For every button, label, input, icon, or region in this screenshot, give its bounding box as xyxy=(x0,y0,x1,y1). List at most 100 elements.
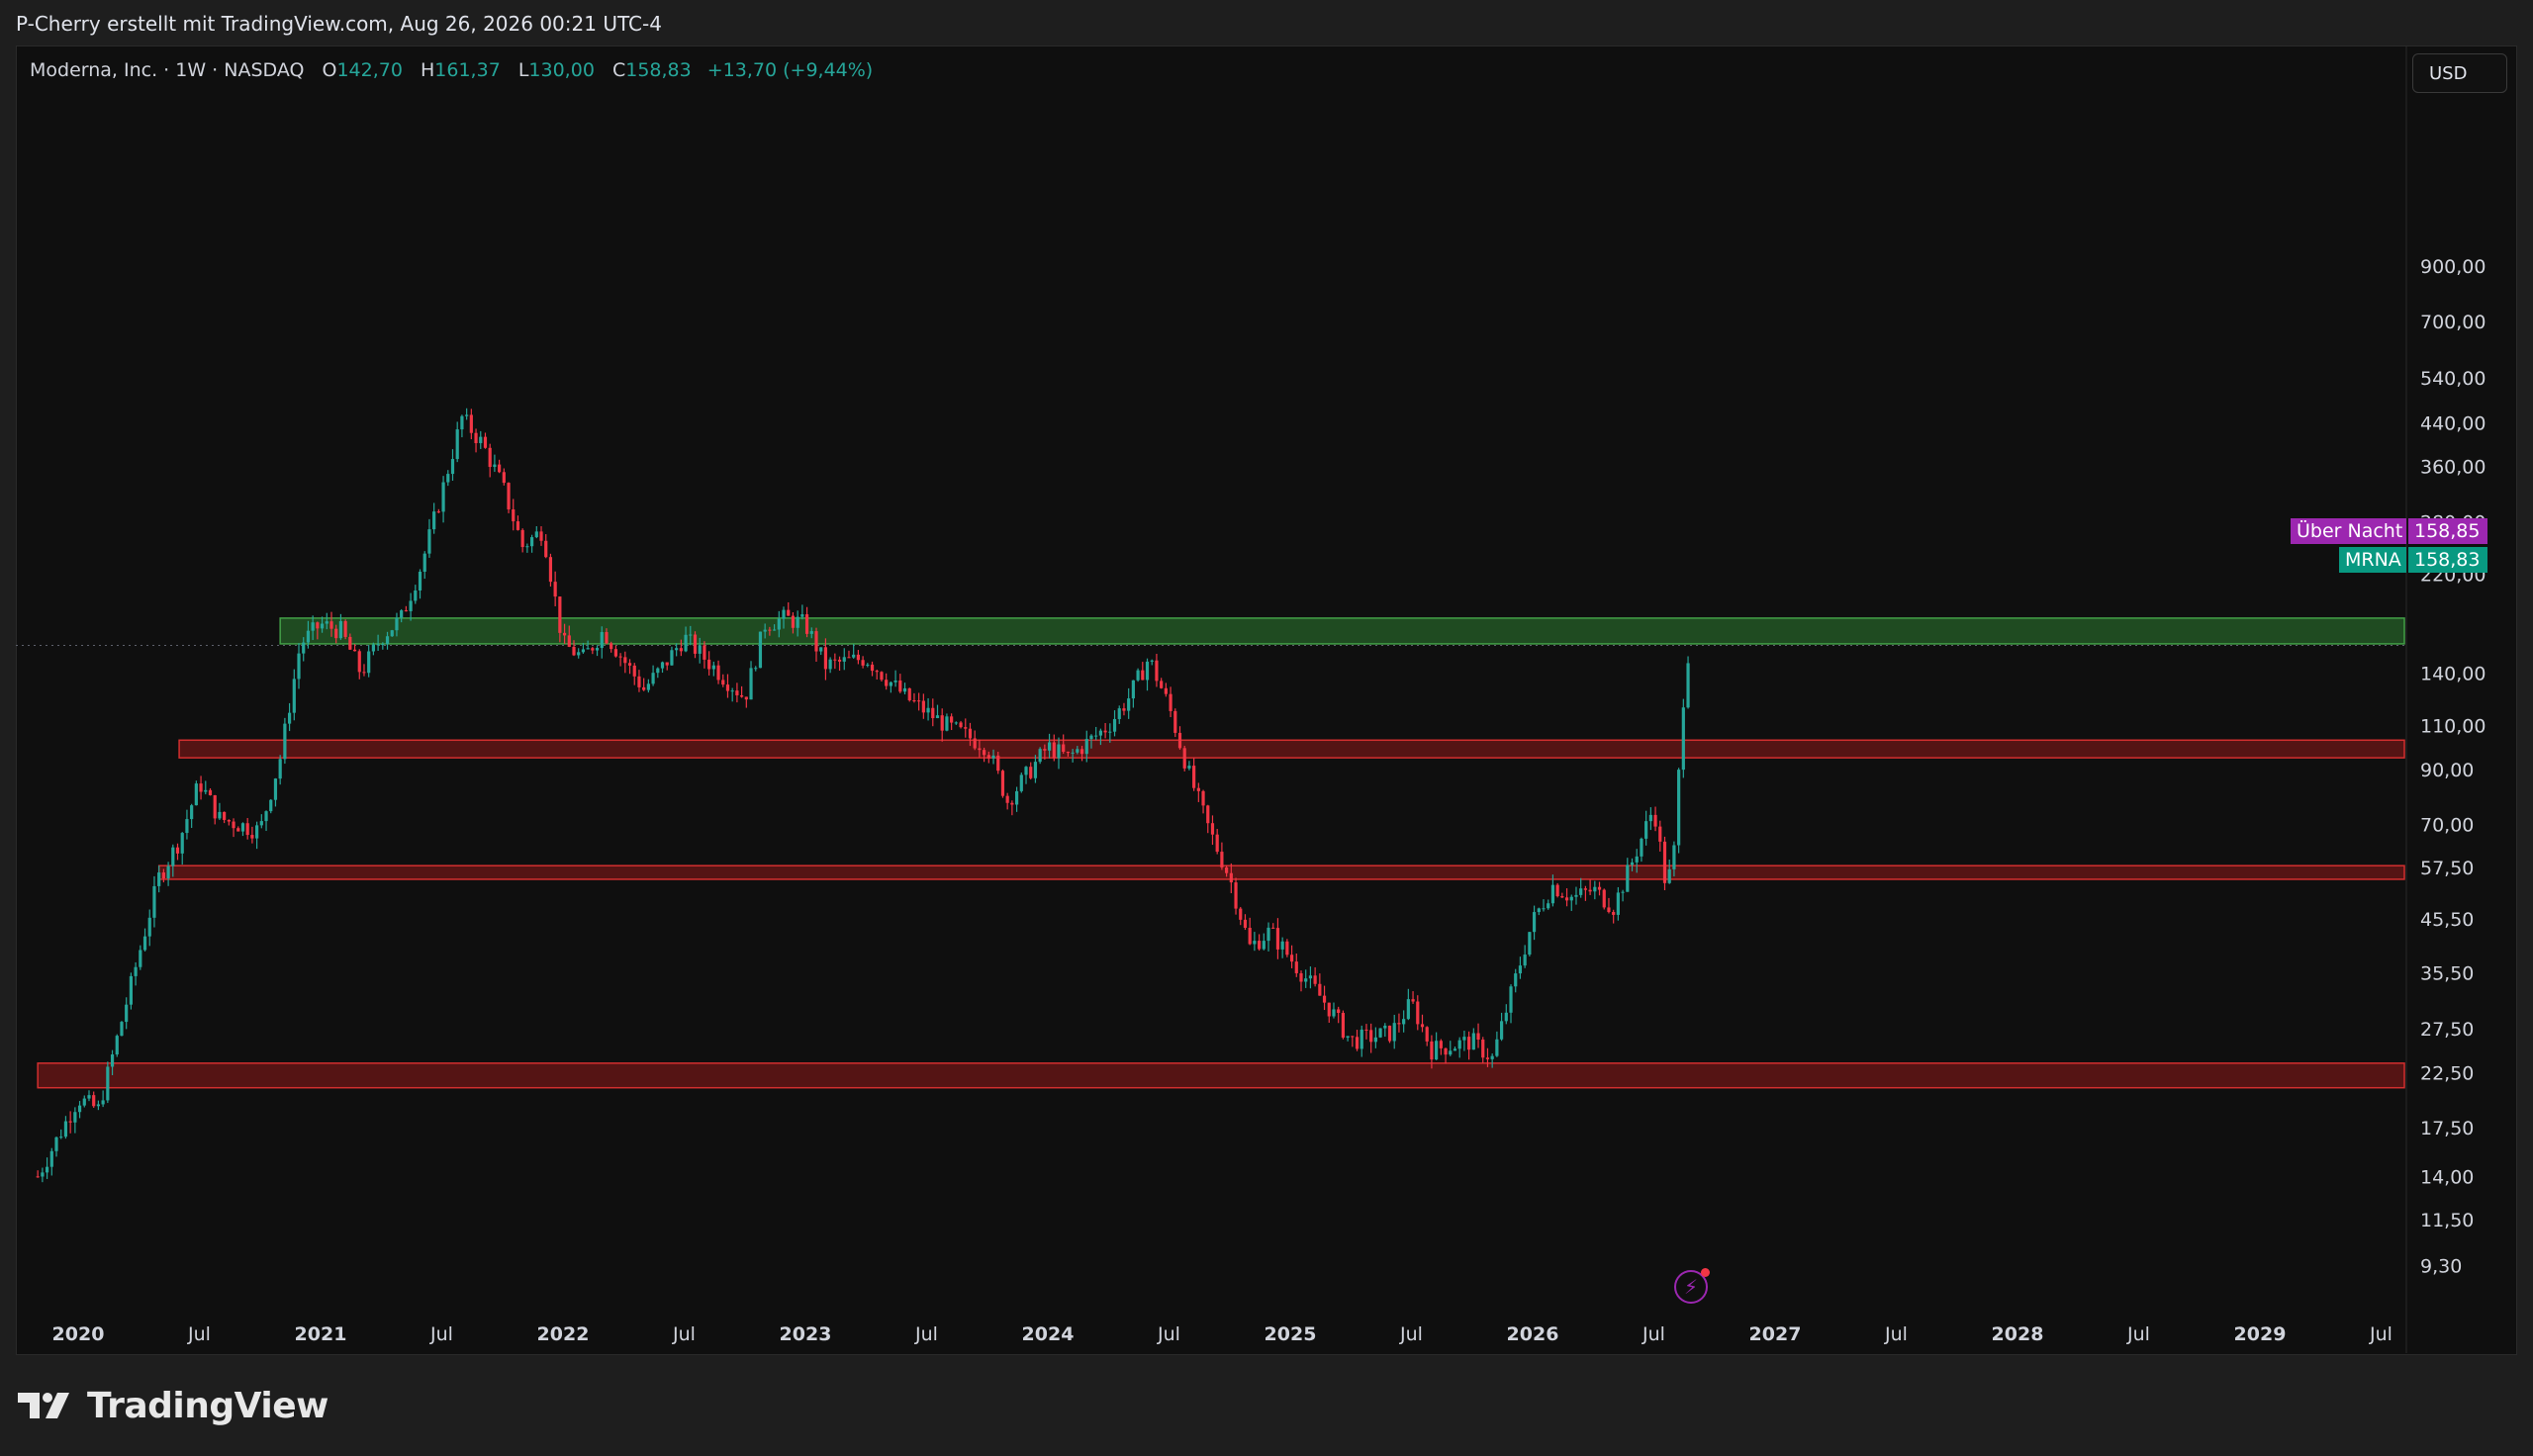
candle xyxy=(1411,991,1415,1004)
candle xyxy=(180,832,184,865)
candle xyxy=(1416,995,1420,1031)
candle-body xyxy=(227,819,231,822)
candle-body xyxy=(935,715,940,719)
candle-body xyxy=(1495,1039,1499,1056)
candle xyxy=(1532,905,1537,941)
candle-body xyxy=(422,553,426,573)
candle-body xyxy=(1392,1023,1396,1042)
candle-body xyxy=(1332,1009,1336,1017)
candle-body xyxy=(1514,973,1518,987)
candle xyxy=(1210,815,1215,846)
candle xyxy=(1201,789,1205,814)
candle xyxy=(665,662,669,671)
candle xyxy=(362,664,366,677)
candle-body xyxy=(1532,912,1537,933)
candle-body xyxy=(1029,767,1033,778)
candle xyxy=(208,787,213,796)
candle xyxy=(1000,769,1005,798)
candle xyxy=(175,843,180,861)
candle xyxy=(637,670,641,692)
candle xyxy=(1626,858,1630,892)
candle xyxy=(875,669,879,680)
candle xyxy=(488,443,492,478)
candle xyxy=(912,692,916,703)
candle xyxy=(1299,970,1303,992)
candle-body xyxy=(352,649,357,652)
candle xyxy=(1471,1028,1475,1050)
candle xyxy=(1481,1037,1485,1063)
candle-body xyxy=(1079,749,1084,755)
candle-body xyxy=(562,632,567,636)
candle-body xyxy=(1062,744,1066,753)
candle-body xyxy=(1266,927,1270,942)
candle xyxy=(49,1147,53,1176)
candle-body xyxy=(1621,891,1625,893)
candle-body xyxy=(1648,814,1652,822)
candle-body xyxy=(1509,986,1513,1013)
candle xyxy=(1369,1023,1373,1053)
candle-body xyxy=(1076,749,1079,753)
candle xyxy=(1435,1032,1439,1060)
candle xyxy=(460,414,464,438)
candle xyxy=(837,656,842,672)
candle-body xyxy=(744,696,748,700)
candle-body xyxy=(870,664,875,672)
candle xyxy=(120,1021,124,1037)
candle-body xyxy=(348,636,352,650)
candle-body xyxy=(512,508,516,522)
candle-body xyxy=(689,634,693,636)
candle-body xyxy=(1471,1033,1475,1050)
candle-body xyxy=(1313,975,1317,984)
candle-body xyxy=(185,819,189,834)
price-chart[interactable]: 900,00700,00540,00440,00360,00280,00220,… xyxy=(0,0,2533,1365)
candle xyxy=(1196,782,1200,802)
currency-selector[interactable]: USD xyxy=(2412,53,2507,93)
candle-body xyxy=(880,672,884,681)
candle xyxy=(418,569,422,599)
candle-body xyxy=(395,617,399,631)
candle-body xyxy=(730,690,734,692)
candle-body xyxy=(1490,1055,1494,1059)
candle-body xyxy=(147,917,151,937)
candle-body xyxy=(1672,845,1676,869)
candle-body xyxy=(544,540,548,558)
price-tick-label: 540,00 xyxy=(2420,368,2486,390)
candle xyxy=(1304,969,1308,988)
candle-body xyxy=(134,966,138,976)
candle xyxy=(926,697,930,721)
candle xyxy=(1453,1046,1457,1051)
candle xyxy=(735,682,739,703)
lightning-icon[interactable]: ⚡ xyxy=(1674,1268,1710,1304)
candle xyxy=(1257,934,1262,952)
candle-body xyxy=(1378,1028,1382,1038)
candle xyxy=(866,663,870,668)
candle xyxy=(1425,1026,1429,1046)
candle-body xyxy=(273,778,278,800)
candle-body xyxy=(208,789,213,795)
tradingview-logo[interactable]: TradingView xyxy=(18,1383,328,1428)
candle-body xyxy=(357,651,361,673)
candle xyxy=(255,821,259,850)
price-tick-label: 9,30 xyxy=(2420,1256,2462,1278)
candle xyxy=(87,1090,91,1102)
candle xyxy=(465,408,469,420)
price-tick-label: 360,00 xyxy=(2420,457,2486,479)
candle xyxy=(101,1090,105,1108)
candle xyxy=(623,651,627,674)
candle xyxy=(54,1136,58,1157)
candle-body xyxy=(1467,1037,1471,1050)
candle xyxy=(232,818,235,838)
candle xyxy=(1564,888,1569,907)
candle-body xyxy=(553,582,557,597)
candle xyxy=(185,809,189,840)
candle-body xyxy=(646,683,650,690)
candle xyxy=(921,693,925,719)
candle-body xyxy=(1327,1002,1331,1017)
candle-body xyxy=(772,629,777,631)
candle-body xyxy=(36,1176,40,1178)
candle-body xyxy=(950,716,954,723)
candle-body xyxy=(665,662,669,666)
price-tick-label: 11,50 xyxy=(2420,1210,2474,1231)
time-tick-label: Jul xyxy=(914,1323,938,1345)
candle xyxy=(1439,1039,1443,1055)
